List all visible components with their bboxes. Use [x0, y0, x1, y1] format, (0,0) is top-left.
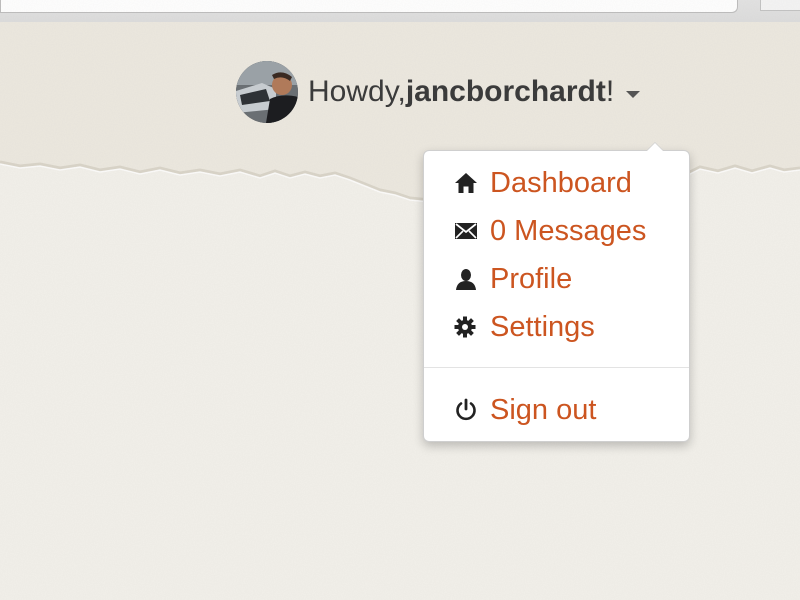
user-menu-toggle[interactable]: Howdy, jancborchardt ! [236, 60, 641, 124]
gear-icon [454, 314, 480, 340]
user-icon [454, 266, 480, 292]
dropdown-arrow [647, 143, 663, 151]
menu-item-messages[interactable]: 0 Messages [454, 211, 646, 251]
menu-item-dashboard[interactable]: Dashboard [454, 163, 632, 203]
menu-item-settings[interactable]: Settings [454, 307, 595, 347]
user-avatar[interactable] [236, 61, 298, 123]
greeting-suffix: ! [605, 75, 615, 108]
menu-item-sign-out[interactable]: Sign out [454, 390, 596, 430]
menu-label-sign-out[interactable]: Sign out [490, 394, 596, 427]
menu-label-settings[interactable]: Settings [490, 311, 595, 344]
caret-down-icon[interactable] [626, 90, 641, 98]
menu-item-profile[interactable]: Profile [454, 259, 572, 299]
greeting-prefix: Howdy, [308, 75, 406, 108]
greeting-text[interactable]: Howdy, jancborchardt ! [308, 75, 641, 109]
menu-label-profile[interactable]: Profile [490, 263, 572, 296]
menu-divider [424, 367, 689, 368]
user-dropdown-menu: Dashboard 0 Messages Profile Settings Si… [423, 142, 690, 442]
username: jancborchardt [405, 75, 606, 108]
menu-label-messages[interactable]: 0 Messages [490, 215, 646, 248]
home-icon [454, 170, 480, 196]
envelope-icon [454, 218, 480, 244]
power-icon [454, 397, 480, 423]
menu-label-dashboard[interactable]: Dashboard [490, 167, 632, 200]
